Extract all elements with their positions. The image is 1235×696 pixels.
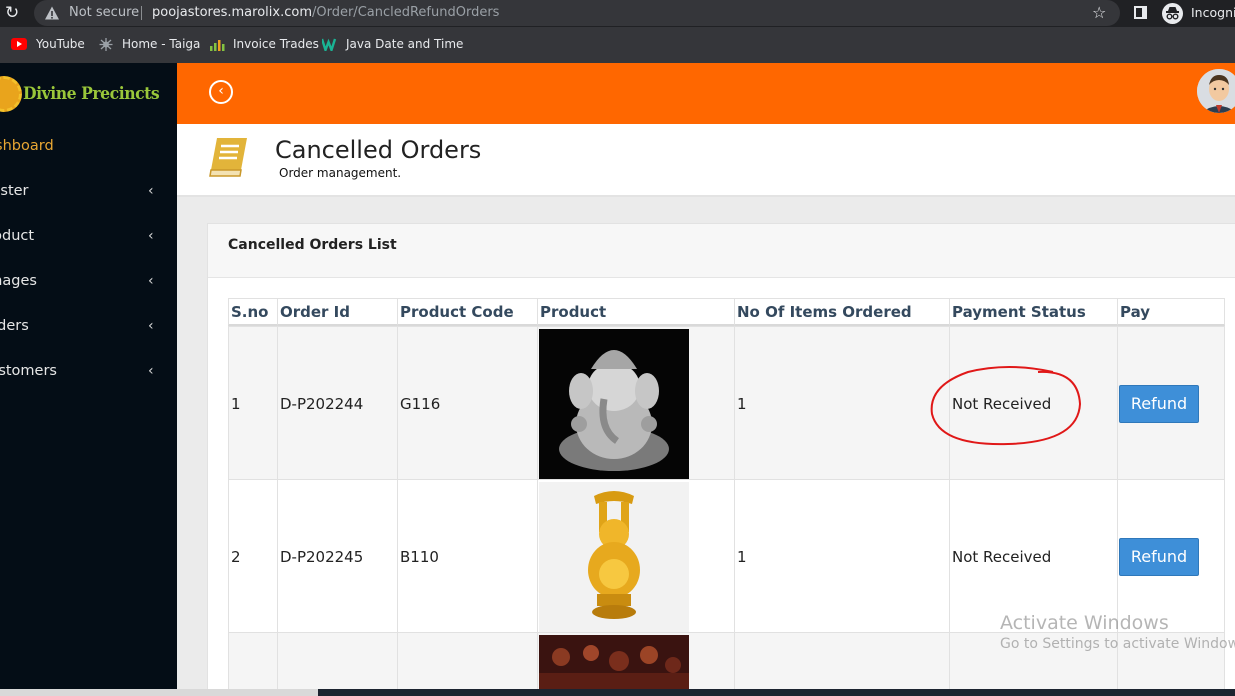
chevron-left-icon: ‹ <box>148 273 154 289</box>
browser-address-bar: ↻ Not secure poojastores.marolix.com/Ord… <box>0 0 1235 27</box>
side-panel-icon[interactable] <box>1134 6 1147 19</box>
warning-icon[interactable] <box>44 5 60 21</box>
brand-logo-text[interactable]: Divine Precincts <box>23 84 160 104</box>
cell-order-id <box>277 632 398 692</box>
bookmark-java-date-time[interactable]: Java Date and Time <box>346 37 463 51</box>
taskbar <box>0 689 1235 696</box>
sidebar-item-orders[interactable]: Orders ‹ <box>0 318 177 340</box>
cell-pay <box>1117 632 1225 692</box>
sidebar-item-label: Orders <box>0 318 29 334</box>
cell-pay: Refund <box>1117 326 1225 480</box>
product-image[interactable] <box>539 329 689 479</box>
column-header[interactable]: No Of Items Ordered <box>734 298 950 326</box>
sidebar-item-label: Product <box>0 228 35 244</box>
cell-items <box>734 632 950 692</box>
sidebar-item-customers[interactable]: Customers ‹ <box>0 363 177 385</box>
cell-sno: 2 <box>228 479 278 633</box>
cell-items: 1 <box>734 479 950 633</box>
page-title: Cancelled Orders <box>275 136 482 164</box>
card-title: Cancelled Orders List <box>228 237 397 253</box>
cell-order-id: D-P202245 <box>277 479 398 633</box>
sidebar-item-label: Customers <box>0 363 57 379</box>
cell-payment-status <box>949 632 1118 692</box>
url-separator <box>141 6 142 20</box>
chart-icon <box>210 40 225 51</box>
sidebar-item-label: Master <box>0 183 29 199</box>
column-header[interactable]: Product Code <box>397 298 538 326</box>
column-header[interactable]: Order Id <box>277 298 398 326</box>
column-header[interactable]: Payment Status <box>949 298 1118 326</box>
cell-sno: 1 <box>228 326 278 480</box>
cell-payment-status: Not Received <box>949 479 1118 633</box>
product-image[interactable] <box>539 635 689 695</box>
sidebar-item-dashboard[interactable]: Dashboard <box>0 138 177 160</box>
sidebar: Divine Precincts Dashboard Master ‹ Prod… <box>0 63 177 690</box>
chevron-left-icon: ‹ <box>148 363 154 379</box>
taskbar-segment <box>0 689 318 696</box>
page-subtitle: Order management. <box>279 166 402 180</box>
sidebar-item-master[interactable]: Master ‹ <box>0 183 177 205</box>
column-header[interactable]: S.no <box>228 298 278 326</box>
bookmark-star-icon[interactable]: ☆ <box>1092 3 1106 22</box>
sidebar-item-label: Images <box>0 273 37 289</box>
product-image[interactable] <box>539 482 689 632</box>
cell-items: 1 <box>734 326 950 480</box>
w-icon <box>322 38 337 51</box>
refund-button[interactable]: Refund <box>1119 538 1199 576</box>
security-label: Not secure <box>69 5 140 20</box>
url-host: poojastores.marolix.com <box>152 5 312 20</box>
youtube-icon <box>11 38 27 50</box>
bookmarks-bar: YouTube Home - Taiga Invoice Trades Java… <box>0 27 1235 63</box>
sidebar-item-label: Dashboard <box>0 138 54 154</box>
taiga-icon <box>99 38 113 51</box>
cell-product <box>537 479 735 633</box>
refund-button[interactable]: Refund <box>1119 385 1199 423</box>
orders-card: Cancelled Orders List S.no Order Id Prod… <box>207 223 1235 696</box>
url-text: poojastores.marolix.com/Order/CancledRef… <box>152 5 499 20</box>
back-arrow-icon[interactable]: ‹ <box>209 80 233 104</box>
reload-icon[interactable]: ↻ <box>5 4 23 22</box>
user-avatar[interactable] <box>1197 69 1235 113</box>
top-header-bar: ‹ <box>177 63 1235 124</box>
column-header[interactable]: Product <box>537 298 735 326</box>
om-logo-icon <box>0 76 22 112</box>
incognito-label: Incognito <box>1191 5 1235 20</box>
page-header: Cancelled Orders Order management. <box>177 124 1235 197</box>
cell-sno <box>228 632 278 692</box>
book-icon <box>209 138 247 177</box>
card-header: Cancelled Orders List <box>208 224 1235 278</box>
chevron-left-icon: ‹ <box>148 318 154 334</box>
cell-product <box>537 632 735 695</box>
url-path: /Order/CancledRefundOrders <box>311 5 500 20</box>
cell-product-code <box>397 632 538 692</box>
sidebar-item-images[interactable]: Images ‹ <box>0 273 177 295</box>
cell-pay: Refund <box>1117 479 1225 633</box>
bookmark-youtube[interactable]: YouTube <box>36 37 85 51</box>
red-annotation-circle <box>930 366 1082 446</box>
column-header[interactable]: Pay <box>1117 298 1225 326</box>
cell-product-code: B110 <box>397 479 538 633</box>
sidebar-item-product[interactable]: Product ‹ <box>0 228 177 250</box>
incognito-icon[interactable] <box>1162 3 1183 24</box>
chevron-left-icon: ‹ <box>148 228 154 244</box>
cell-order-id: D-P202244 <box>277 326 398 480</box>
chevron-left-icon: ‹ <box>148 183 154 199</box>
bookmark-invoice-trades[interactable]: Invoice Trades <box>233 37 319 51</box>
bookmark-home-taiga[interactable]: Home - Taiga <box>122 37 200 51</box>
cell-product <box>537 326 735 480</box>
cell-product-code: G116 <box>397 326 538 480</box>
